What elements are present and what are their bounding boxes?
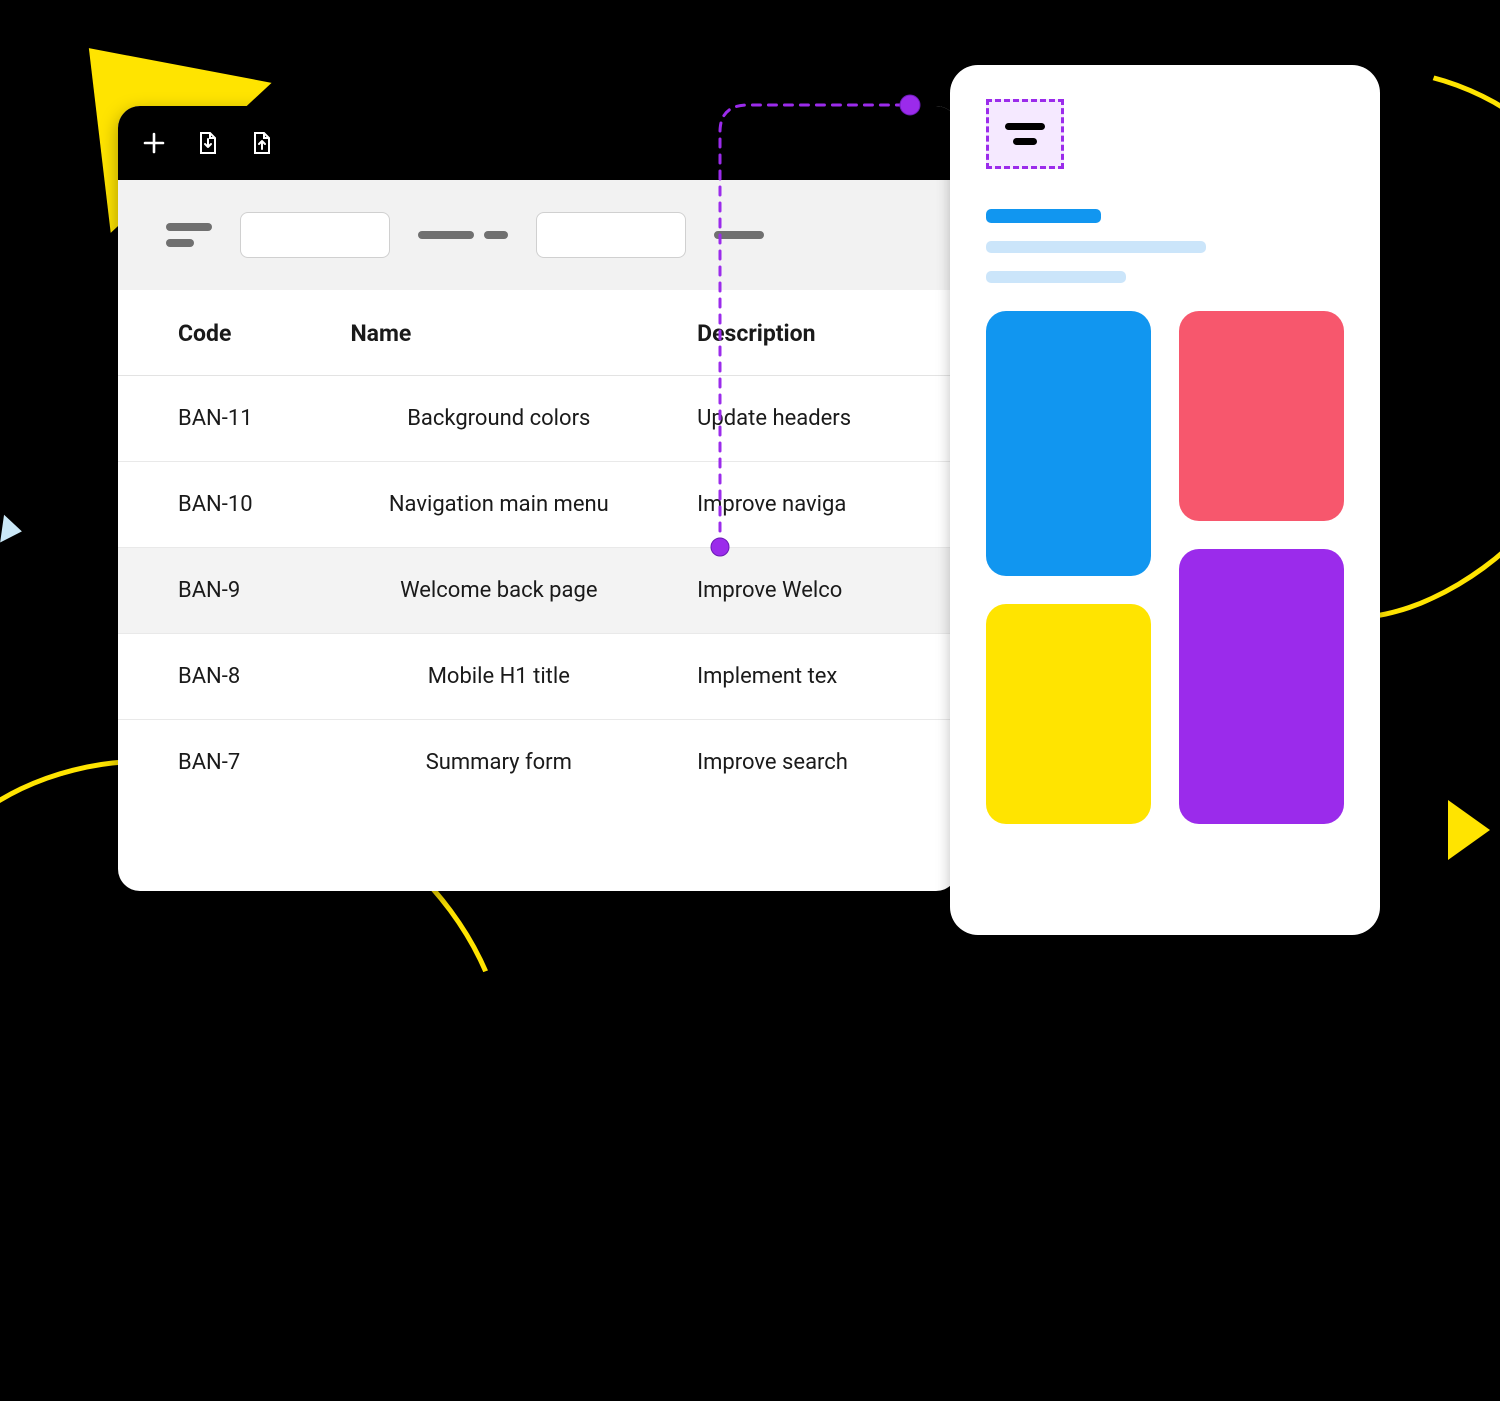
tile-pink[interactable] (1179, 311, 1344, 521)
table-row[interactable]: BAN-9Welcome back pageImprove Welco (118, 548, 958, 634)
play-decor-small-left (0, 515, 24, 546)
col-header-description[interactable]: Description (657, 290, 958, 376)
cell-code: BAN-8 (118, 634, 340, 720)
export-icon[interactable] (250, 130, 274, 156)
cell-name: Summary form (340, 720, 657, 806)
cell-code: BAN-9 (118, 548, 340, 634)
filter-bar (118, 180, 958, 290)
cell-description: Improve Welco (657, 548, 958, 634)
table-row[interactable]: BAN-11Background colorsUpdate headers (118, 376, 958, 462)
triangle-decor-bottom-right (1448, 800, 1490, 860)
cell-name: Background colors (340, 376, 657, 462)
cell-code: BAN-11 (118, 376, 340, 462)
col-header-name[interactable]: Name (340, 290, 657, 376)
cell-name: Welcome back page (340, 548, 657, 634)
cell-description: Implement tex (657, 634, 958, 720)
import-icon[interactable] (196, 130, 220, 156)
tile-purple[interactable] (1179, 549, 1344, 824)
filter-input-1[interactable] (240, 212, 390, 258)
table-row[interactable]: BAN-7Summary formImprove search (118, 720, 958, 806)
list-window-titlebar (118, 106, 958, 180)
filter-label-icon (166, 223, 212, 247)
cell-code: BAN-7 (118, 720, 340, 806)
cell-description: Improve search (657, 720, 958, 806)
table-row[interactable]: BAN-10Navigation main menuImprove naviga (118, 462, 958, 548)
ticket-table: Code Name Description BAN-11Background c… (118, 290, 958, 891)
cell-code: BAN-10 (118, 462, 340, 548)
tile-yellow[interactable] (986, 604, 1151, 824)
plus-icon[interactable] (142, 131, 166, 155)
table-row[interactable]: BAN-8Mobile H1 titleImplement tex (118, 634, 958, 720)
cell-name: Mobile H1 title (340, 634, 657, 720)
detail-card (950, 65, 1380, 935)
cell-description: Update headers (657, 376, 958, 462)
detail-card-tiles (986, 311, 1344, 824)
detail-card-drag-handle[interactable] (986, 99, 1064, 169)
table-header-row: Code Name Description (118, 290, 958, 376)
filter-label-icon-2 (418, 231, 508, 239)
list-window: Code Name Description BAN-11Background c… (118, 106, 958, 891)
col-header-code[interactable]: Code (118, 290, 340, 376)
tile-blue[interactable] (986, 311, 1151, 576)
cell-name: Navigation main menu (340, 462, 657, 548)
filter-input-2[interactable] (536, 212, 686, 258)
detail-card-text-placeholder (986, 209, 1344, 283)
filter-label-icon-3 (714, 231, 764, 239)
cell-description: Improve naviga (657, 462, 958, 548)
